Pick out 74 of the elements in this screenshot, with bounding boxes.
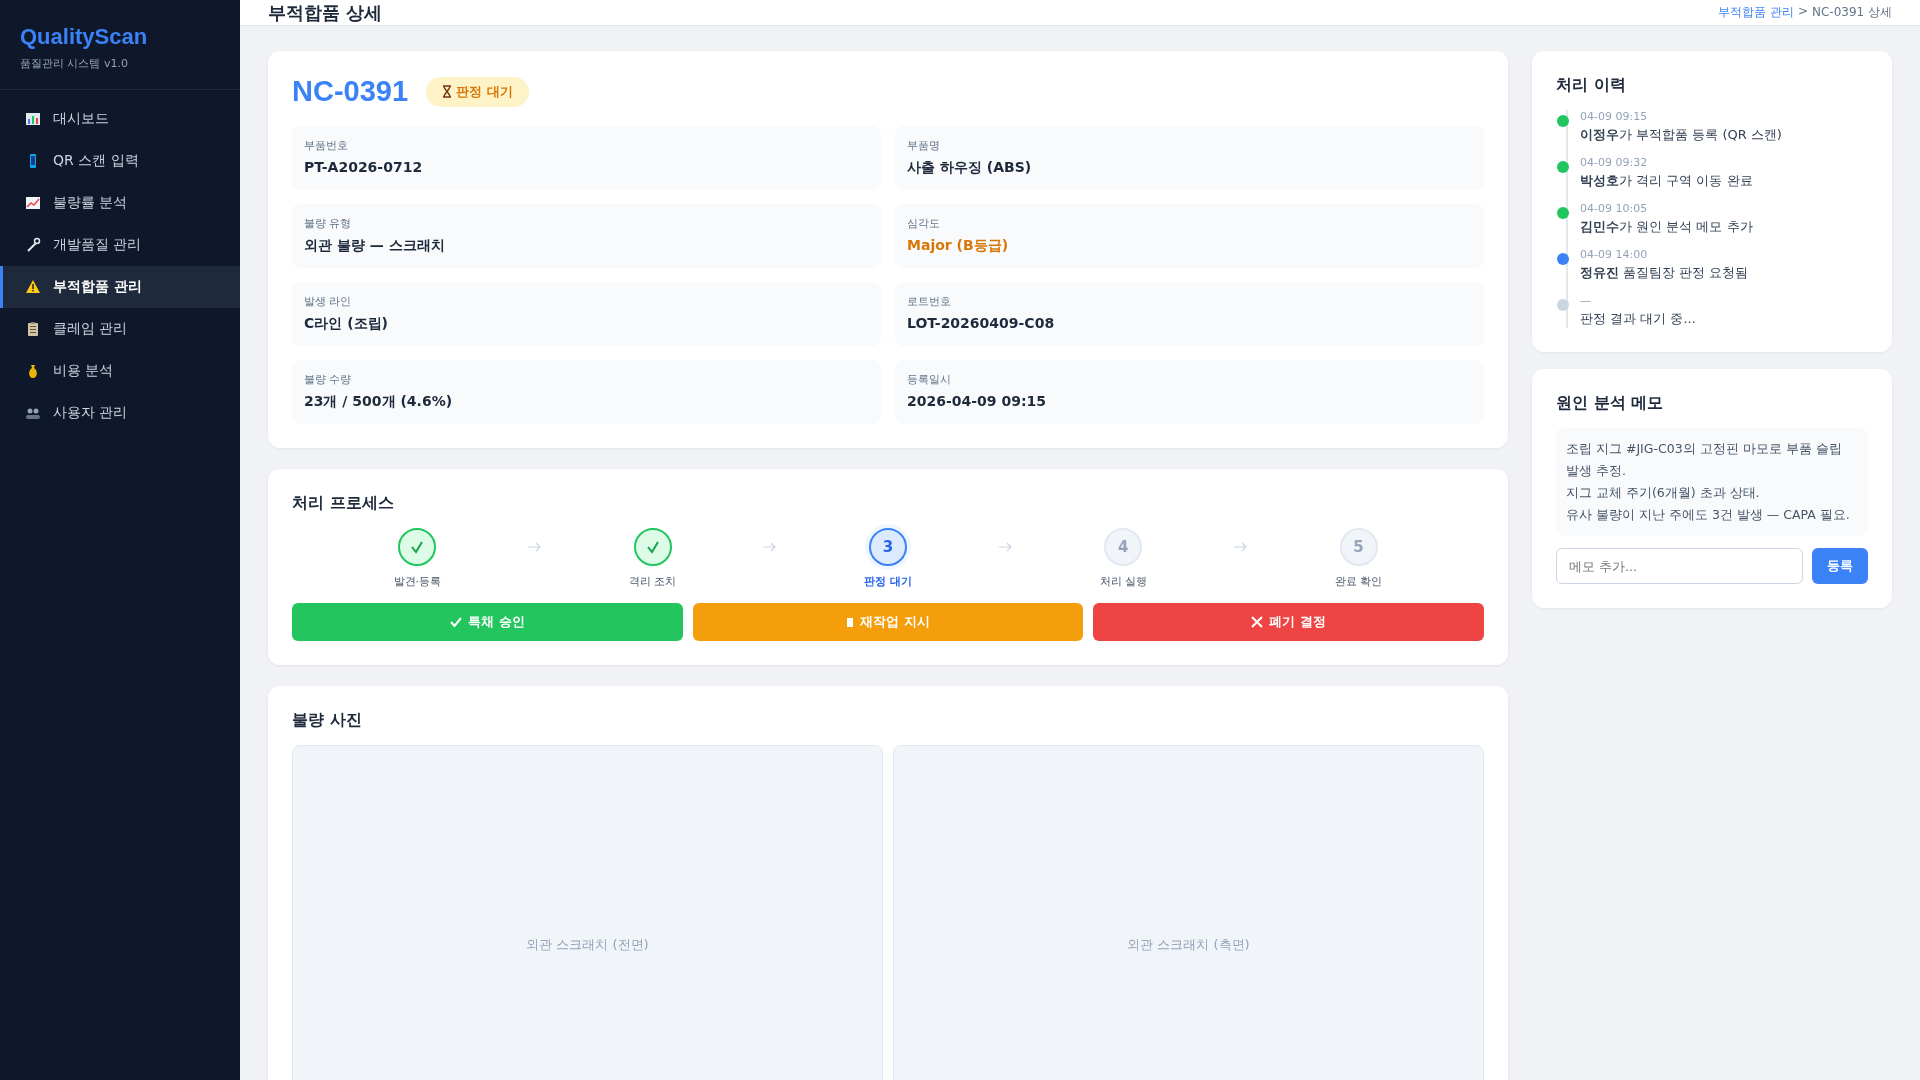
- step-label: 판정 대기: [864, 574, 912, 589]
- arrow-icon: [998, 542, 1013, 552]
- history-text: 판정 결과 대기 중...: [1580, 310, 1697, 328]
- record-id: NC-0391: [292, 75, 409, 108]
- section-title: 처리 이력: [1556, 75, 1627, 96]
- field-label: 등록일시: [907, 372, 952, 387]
- clipboard-icon: [25, 321, 41, 337]
- step-label: 완료 확인: [1334, 574, 1383, 589]
- field-label: 발생 라인: [304, 294, 353, 309]
- history-time: —: [1580, 294, 1592, 307]
- field-value: 사출 하우징 (ABS): [907, 159, 1033, 177]
- arrow-icon: [1233, 542, 1248, 552]
- hourglass-icon: [442, 85, 453, 98]
- sidebar-item[interactable]: 비용 분석: [0, 350, 240, 392]
- breadcrumb-current: NC-0391 상세: [1811, 4, 1892, 21]
- page-title: 부적합품 상세: [268, 0, 383, 25]
- history-text: 김민수가 원인 분석 메모 추가: [1580, 218, 1754, 236]
- field-label: 부품명: [907, 138, 941, 153]
- field-label: 심각도: [907, 216, 941, 231]
- step-circle: 4: [1104, 528, 1143, 566]
- field-value: 2026-04-09 09:15: [907, 393, 1047, 409]
- breadcrumb-link[interactable]: 부적합품 관리: [1718, 4, 1794, 21]
- step-label: 처리 실행: [1099, 574, 1147, 589]
- check-icon: [644, 539, 661, 555]
- history-text: 정유진 품질팀장 판정 요청됨: [1580, 264, 1750, 282]
- sidebar-item[interactable]: 클레임 관리: [0, 308, 240, 350]
- field-label: 불량 수량: [304, 372, 353, 387]
- step-label: 발견·등록: [393, 574, 442, 589]
- check-icon: [409, 539, 426, 555]
- history-time: 04-09 09:32: [1580, 156, 1649, 169]
- field-value: C라인 (조립): [304, 315, 389, 333]
- line-chart-icon: [25, 195, 41, 211]
- field-label: 불량 유형: [304, 216, 353, 231]
- section-title: 원인 분석 메모: [1556, 393, 1665, 414]
- sidebar-item[interactable]: QR 스캔 입력: [0, 140, 240, 182]
- sidebar-item[interactable]: 불량률 분석: [0, 182, 240, 224]
- field-value: 23개 / 500개 (4.6%): [304, 393, 454, 411]
- memo-input[interactable]: 메모 추가...: [1556, 548, 1803, 584]
- field-label: 로트번호: [907, 294, 952, 309]
- sidebar-item[interactable]: 부적합품 관리: [0, 266, 240, 308]
- status-badge: 판정 대기: [426, 76, 529, 107]
- field-value: PT-A2026-0712: [304, 159, 424, 175]
- history-time: 04-09 10:05: [1580, 202, 1649, 215]
- memo-text: 조립 지그 #JIG-C03의 고정핀 마모로 부품 슬립 발생 추정. 지그 교체 주기(6개월) 초과 상태. 유사 불량이 지난 주에도 3건 발생 — CAPA 필요.: [1556, 428, 1868, 536]
- field-value: LOT-20260409-C08: [907, 315, 1056, 331]
- photo-caption: 외관 스크래치 (전면): [526, 936, 649, 954]
- breadcrumb-separator: >: [1797, 4, 1808, 20]
- close-icon: [1251, 616, 1264, 628]
- step-circle: 5: [1339, 528, 1378, 566]
- brand-subtitle: 품질관리 시스템 v1.0: [20, 56, 129, 71]
- field-value: Major (B등급): [907, 237, 1010, 255]
- history-time: 04-09 09:15: [1580, 110, 1649, 123]
- step-circle: 3: [868, 528, 907, 566]
- section-title: 불량 사진: [292, 710, 363, 731]
- action-button[interactable]: 폐기 결정: [1093, 603, 1484, 641]
- sidebar-item[interactable]: 개발품질 관리: [0, 224, 240, 266]
- sidebar-item[interactable]: 대시보드: [0, 98, 240, 140]
- field-value: 외관 불량 — 스크래치: [304, 237, 446, 255]
- step-label: 격리 조치: [628, 574, 677, 589]
- section-title: 처리 프로세스: [292, 493, 395, 514]
- pause-icon: [846, 616, 855, 628]
- check-icon: [450, 616, 463, 628]
- arrow-icon: [528, 542, 542, 552]
- photo-caption: 외관 스크래치 (측면): [1127, 936, 1250, 954]
- sidebar-item[interactable]: 사용자 관리: [0, 392, 240, 434]
- field-label: 부품번호: [304, 138, 349, 153]
- brand-logo: QualityScan: [20, 24, 149, 50]
- bar-chart-icon: [25, 111, 41, 127]
- history-text: 박성호가 격리 구역 이동 완료: [1580, 172, 1754, 190]
- submit-button[interactable]: 등록: [1812, 548, 1868, 584]
- history-time: 04-09 14:00: [1580, 248, 1649, 261]
- history-text: 이정우가 부적합품 등록 (QR 스캔): [1580, 126, 1783, 144]
- arrow-icon: [763, 542, 778, 552]
- warning-icon: [25, 279, 41, 295]
